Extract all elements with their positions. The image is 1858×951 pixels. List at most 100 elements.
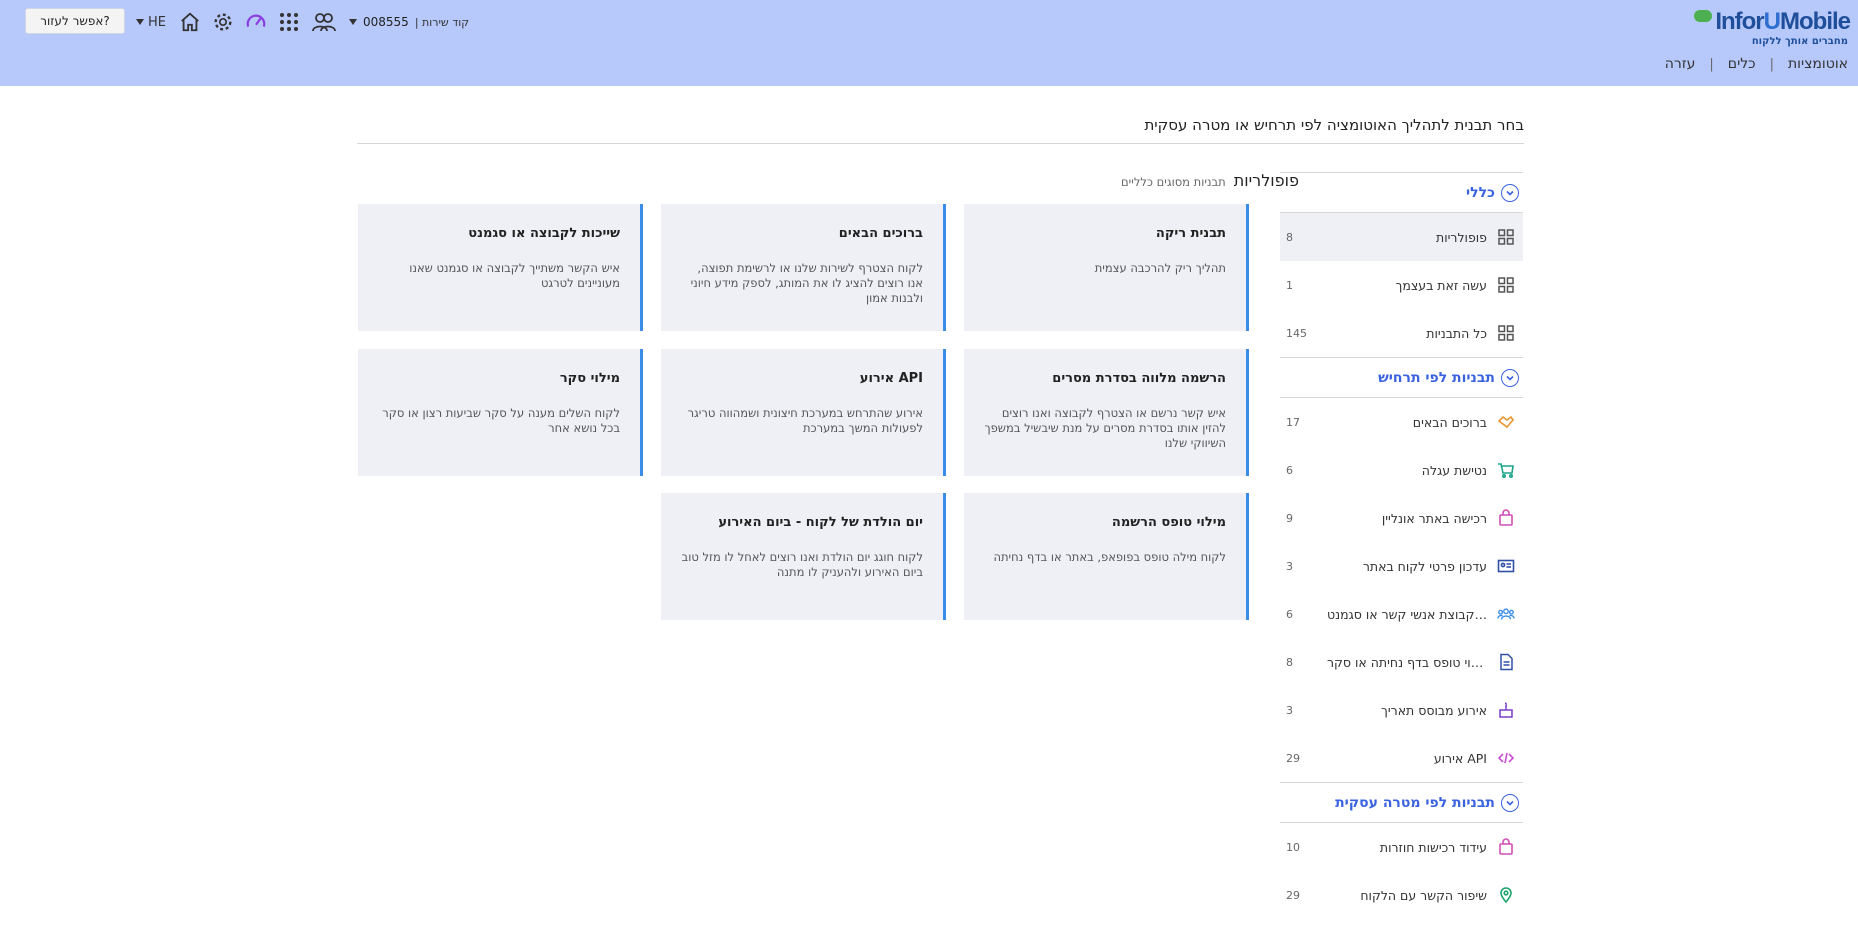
- item-count: 3: [1286, 703, 1293, 717]
- sidebar-item-diy[interactable]: עשה זאת בעצמך 1: [1280, 261, 1523, 309]
- logo-tagline: מחברים אותך ללקוח: [1751, 36, 1848, 47]
- chevron-down-icon: [136, 19, 144, 25]
- card-description: אירוע שהתרחש במערכת חיצונית ושמהווה טריג…: [687, 406, 923, 435]
- item-count: 10: [1286, 840, 1300, 854]
- nav-tools[interactable]: כלים: [1728, 56, 1756, 72]
- language-selector[interactable]: HE: [136, 15, 166, 30]
- section-subtitle: תבניות מסוגים כלליים: [1121, 175, 1226, 189]
- template-card[interactable]: מילוי סקר לקוח השלים מענה על סקר שביעות …: [358, 349, 643, 476]
- people-group-icon: [1497, 605, 1515, 623]
- apps-grid-icon[interactable]: [277, 10, 301, 34]
- sidebar-item-online-purchase[interactable]: רכישה באתר אונליין 9: [1280, 494, 1523, 542]
- item-count: 6: [1286, 607, 1293, 621]
- shopping-bag-icon: [1497, 838, 1515, 856]
- sidebar-item-label: ברוכים הבאים: [1412, 414, 1487, 430]
- card-title: מילוי סקר: [559, 371, 620, 386]
- card-description: תהליך ריק להרכבה עצמית: [1094, 261, 1226, 275]
- sidebar-item-customer-relationship[interactable]: שיפור הקשר עם הלקוח 29: [1280, 871, 1523, 904]
- template-card[interactable]: תבנית ריקה תהליך ריק להרכבה עצמית: [964, 204, 1249, 331]
- card-title: הרשמה מלווה בסדרת מסרים: [1052, 371, 1226, 386]
- sidebar-item-label: פופולריות: [1435, 229, 1487, 245]
- item-count: 29: [1286, 888, 1300, 902]
- card-title: יום הולדת של לקוח - ביום האירוע: [718, 515, 923, 530]
- sidebar-item-all-templates[interactable]: כל התבניות 145: [1280, 309, 1523, 357]
- section-by-scenario-header[interactable]: תבניות לפי תרחיש: [1280, 357, 1523, 398]
- sidebar-item-form-fill[interactable]: מילוי טופס בדף נחיתה או סקר 8: [1280, 638, 1523, 686]
- language-label: HE: [148, 14, 166, 30]
- template-card[interactable]: יום הולדת של לקוח - ביום האירוע לקוח חוג…: [661, 493, 946, 620]
- form-document-icon: [1497, 653, 1515, 671]
- main-nav: אוטומציות | כלים | עזרה: [1665, 56, 1848, 72]
- card-description: לקוח השלים מענה על סקר שביעות רצון או סק…: [382, 406, 620, 435]
- sidebar-item-repeat-purchases[interactable]: עידוד רכישות חוזרות 10: [1280, 823, 1523, 871]
- card-description: לקוח מילה טופס בפופאפ, באתר או בדף נחיתה: [993, 550, 1226, 564]
- card-title: מילוי טופס הרשמה: [1111, 515, 1226, 530]
- template-card[interactable]: אירוע API אירוע שהתרחש במערכת חיצונית וש…: [661, 349, 946, 476]
- item-count: 9: [1286, 511, 1293, 525]
- settings-gear-icon[interactable]: [211, 10, 235, 34]
- item-count: 8: [1286, 230, 1293, 244]
- chevron-down-icon: [1501, 368, 1519, 387]
- item-count: 17: [1286, 415, 1300, 429]
- nav-automations[interactable]: אוטומציות: [1788, 56, 1848, 72]
- template-categories-sidebar: כללי פופולריות 8 עשה זאת בעצמך 1 כל התבנ…: [1280, 172, 1523, 904]
- service-code-selector[interactable]: 008555 | קוד שירות: [349, 15, 469, 29]
- top-bar: InforUMobile מחברים אותך ללקוח אוטומציות…: [0, 0, 1858, 86]
- code-icon: [1497, 749, 1515, 767]
- sidebar-item-group-segment[interactable]: שיוך לקבוצת אנשי קשר או סגמנט 6: [1280, 590, 1523, 638]
- sidebar-item-label: נטישת עגלה: [1421, 462, 1487, 478]
- section-label: כללי: [1466, 184, 1495, 201]
- sidebar-item-label: שיוך לקבוצת אנשי קשר או סגמנט: [1327, 606, 1487, 622]
- chevron-down-icon: [1501, 183, 1519, 202]
- sidebar-item-label: שיפור הקשר עם הלקוח: [1360, 887, 1487, 903]
- section-by-business-goal-header[interactable]: תבניות לפי מטרה עסקית: [1280, 782, 1523, 823]
- help-button[interactable]: אפשר לעזור?: [25, 8, 125, 34]
- sidebar-item-cart-abandon[interactable]: נטישת עגלה 6: [1280, 446, 1523, 494]
- logo-wordmark: InforUMobile: [1715, 8, 1851, 35]
- template-card[interactable]: ברוכים הבאים לקוח הצטרף לשירות שלנו או ל…: [661, 204, 946, 331]
- sidebar-item-label: מילוי טופס בדף נחיתה או סקר: [1327, 654, 1487, 670]
- home-icon[interactable]: [178, 10, 202, 34]
- chevron-down-icon: [1501, 793, 1519, 812]
- id-card-icon: [1497, 557, 1515, 575]
- speedometer-icon[interactable]: [244, 10, 268, 34]
- toolbar: HE 008555 | קוד שירות: [136, 10, 469, 34]
- page-title: בחר תבנית לתהליך האוטומציה לפי תרחיש או …: [1144, 116, 1524, 134]
- sidebar-item-label: עשה זאת בעצמך: [1395, 277, 1487, 293]
- shopping-cart-icon: [1497, 461, 1515, 479]
- nav-separator: |: [1769, 56, 1774, 72]
- sidebar-item-label: אירוע API: [1433, 750, 1487, 766]
- contacts-group-icon[interactable]: [310, 10, 338, 34]
- card-title: תבנית ריקה: [1155, 226, 1226, 241]
- section-general-header[interactable]: כללי: [1280, 172, 1523, 213]
- template-card[interactable]: מילוי טופס הרשמה לקוח מילה טופס בפופאפ, …: [964, 493, 1249, 620]
- section-title: פופולריות: [1233, 171, 1299, 190]
- item-count: 1: [1286, 278, 1293, 292]
- chevron-down-icon: [349, 19, 357, 25]
- sidebar-item-date-event[interactable]: אירוע מבוסס תאריך 3: [1280, 686, 1523, 734]
- sidebar-item-label: אירוע מבוסס תאריך: [1381, 702, 1487, 718]
- item-count: 6: [1286, 463, 1293, 477]
- sidebar-item-label: עדכון פרטי לקוח באתר: [1362, 558, 1487, 574]
- sidebar-item-api-event[interactable]: אירוע API 29: [1280, 734, 1523, 782]
- item-count: 145: [1286, 326, 1307, 340]
- inforumobile-logo[interactable]: InforUMobile מחברים אותך ללקוח: [1694, 8, 1851, 48]
- card-description: לקוח חוגג יום הולדת ואנו רוצים לאחל לו מ…: [681, 550, 923, 579]
- sidebar-item-update-details[interactable]: עדכון פרטי לקוח באתר 3: [1280, 542, 1523, 590]
- grid-icon: [1497, 276, 1515, 294]
- logo-chat-bubble-icon: [1694, 10, 1712, 22]
- template-card[interactable]: הרשמה מלווה בסדרת מסרים איש קשר נרשם או …: [964, 349, 1249, 476]
- service-code-label: | קוד שירות: [414, 15, 470, 29]
- card-description: איש הקשר משתייך לקבוצה או סגמנט שאנו מעו…: [409, 261, 620, 290]
- handshake-icon: [1497, 413, 1515, 431]
- sidebar-item-popular[interactable]: פופולריות 8: [1280, 213, 1523, 261]
- item-count: 8: [1286, 655, 1293, 669]
- nav-help[interactable]: עזרה: [1665, 56, 1696, 72]
- sidebar-item-welcome[interactable]: ברוכים הבאים 17: [1280, 398, 1523, 446]
- divider: [357, 143, 1524, 144]
- grid-icon: [1497, 228, 1515, 246]
- card-title: ברוכים הבאים: [838, 226, 923, 241]
- section-label: תבניות לפי תרחיש: [1378, 369, 1495, 386]
- template-card[interactable]: שייכות לקבוצה או סגמנט איש הקשר משתייך ל…: [358, 204, 643, 331]
- nav-separator: |: [1709, 56, 1714, 72]
